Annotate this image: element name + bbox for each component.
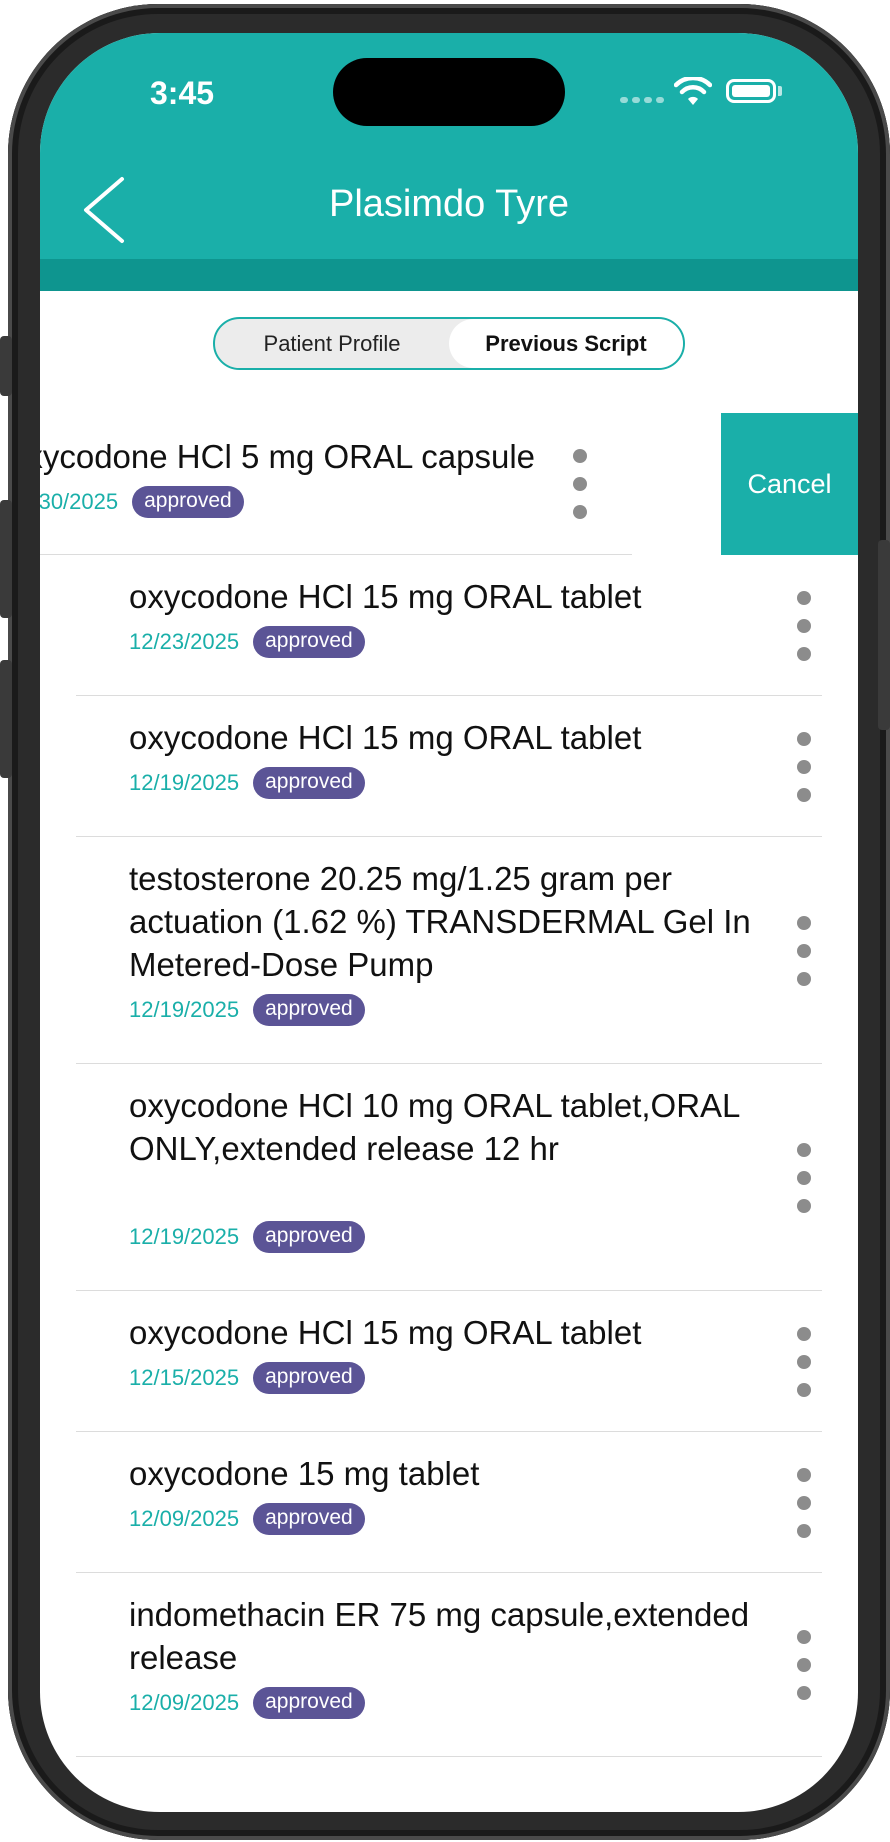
prescription-date: 12/19/2025 [129,770,240,795]
drug-name: indomethacin ER 75 mg capsule,extended r… [129,1596,750,1676]
drug-name: oxycodone HCl 5 mg ORAL capsule [40,438,536,475]
more-options-button[interactable] [789,1468,819,1538]
status-badge: approved [253,1503,365,1535]
list-item[interactable]: oxycodone HCl 10 mg ORAL tablet,ORAL ONL… [40,1064,858,1291]
prescription-date: 12/19/2025 [129,997,240,1022]
list-item[interactable]: oxycodone 15 mg tablet 12/09/2025 approv… [40,1432,858,1573]
more-vertical-icon [797,732,811,746]
list-item[interactable]: indomethacin ER 75 mg capsule,extended r… [40,1573,858,1757]
item-meta: 12/23/2025 approved [129,626,365,658]
more-vertical-icon [797,591,811,605]
drug-name: oxycodone HCl 15 mg ORAL tablet [129,578,642,615]
status-badge: approved [253,1221,365,1253]
item-meta: 12/15/2025 approved [129,1362,365,1394]
more-options-button[interactable] [789,1143,819,1213]
drug-name: oxycodone HCl 15 mg ORAL tablet [129,719,642,756]
item-meta: 12/30/2025 approved [40,486,244,518]
list-item[interactable]: oxycodone HCl 15 mg ORAL tablet 12/23/20… [40,555,858,696]
tab-previous-script[interactable]: Previous Script [449,319,683,368]
more-vertical-icon [797,1468,811,1482]
tab-patient-profile[interactable]: Patient Profile [215,319,449,368]
segmented-control: Patient Profile Previous Script [213,317,685,370]
status-badge: approved [253,626,365,658]
more-options-button[interactable] [789,1630,819,1700]
battery-cap [778,86,782,96]
item-meta: 12/19/2025 approved [129,1221,365,1253]
list-item[interactable]: testosterone 20.25 mg/1.25 gram per actu… [40,837,858,1064]
cellular-signal-icon [620,97,664,103]
drug-name: oxycodone HCl 15 mg ORAL tablet [129,1314,642,1351]
status-badge: approved [253,767,365,799]
page-title: Plasimdo Tyre [328,183,570,225]
prescription-date: 12/19/2025 [129,1224,240,1249]
list-item[interactable]: oxycodone HCl 15 mg ORAL tablet 12/19/20… [40,696,858,837]
screen: 3:45 Plasimdo Tyre Patient Profile Previ… [40,33,858,1812]
more-options-button[interactable] [789,916,819,986]
prescription-date: 12/09/2025 [129,1506,240,1531]
battery-icon [726,79,776,103]
item-meta: 12/09/2025 approved [129,1687,365,1719]
header-band [40,259,858,291]
wifi-icon [674,77,712,105]
more-vertical-icon [797,1630,811,1644]
more-options-button[interactable] [789,591,819,661]
more-options-button[interactable] [789,1327,819,1397]
item-meta: 12/09/2025 approved [129,1503,365,1535]
more-vertical-icon [797,1327,811,1341]
list-item[interactable]: oxycodone HCl 15 mg ORAL tablet 12/15/20… [40,1291,858,1432]
more-options-button[interactable] [789,732,819,802]
prescription-date: 12/30/2025 [40,489,119,514]
swiped-item-content[interactable]: oxycodone HCl 5 mg ORAL capsule 12/30/20… [40,413,632,555]
drug-name: oxycodone 15 mg tablet [129,1455,480,1492]
more-vertical-icon [797,1143,811,1157]
more-options-button[interactable] [565,449,595,519]
status-badge: approved [132,486,244,518]
app-header: 3:45 Plasimdo Tyre [40,33,858,291]
more-vertical-icon [797,916,811,930]
more-vertical-icon [573,449,587,463]
dynamic-island [333,58,565,126]
volume-down-hardware [0,660,12,778]
action-button-hardware [0,336,12,396]
item-meta: 12/19/2025 approved [129,767,365,799]
cancel-button[interactable]: Cancel [721,413,858,555]
drug-name: testosterone 20.25 mg/1.25 gram per actu… [129,860,751,983]
prescription-date: 12/15/2025 [129,1365,240,1390]
drug-name: oxycodone HCl 10 mg ORAL tablet,ORAL ONL… [129,1087,740,1167]
status-badge: approved [253,1687,365,1719]
prescription-date: 12/09/2025 [129,1690,240,1715]
volume-up-hardware [0,500,12,618]
prescription-date: 12/23/2025 [129,629,240,654]
item-meta: 12/19/2025 approved [129,994,365,1026]
swiped-list-item[interactable]: oxycodone HCl 5 mg ORAL capsule 12/30/20… [40,413,858,555]
status-time: 3:45 [150,75,215,111]
power-button-hardware [878,540,890,730]
status-badge: approved [253,994,365,1026]
status-badge: approved [253,1362,365,1394]
